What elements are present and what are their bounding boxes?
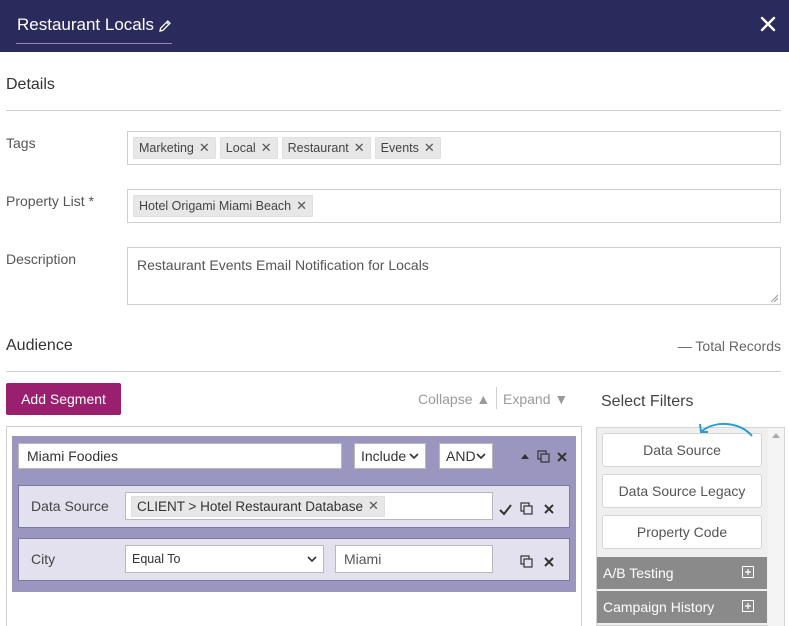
data-source-chip: CLIENT > Hotel Restaurant Database ✕: [131, 495, 385, 517]
condition-label: City: [31, 551, 56, 567]
filters-scrollbar[interactable]: [768, 428, 784, 626]
city-value-input[interactable]: Miami: [335, 545, 493, 573]
collapse-segment-icon[interactable]: [520, 452, 530, 460]
tag-chip: Marketing ✕: [133, 137, 216, 159]
tag-chip: Events ✕: [374, 137, 441, 159]
expand-button[interactable]: Expand ▼: [503, 391, 568, 407]
title-underline: [16, 43, 172, 44]
add-segment-button[interactable]: Add Segment: [6, 383, 121, 415]
divider: [496, 387, 497, 409]
filter-data-source-legacy[interactable]: Data Source Legacy: [602, 474, 762, 508]
close-icon[interactable]: [760, 16, 776, 32]
data-source-input[interactable]: CLIENT > Hotel Restaurant Database ✕: [125, 492, 493, 520]
filter-group-ab-testing[interactable]: A/B Testing: [597, 557, 767, 589]
pencil-icon[interactable]: [158, 19, 172, 33]
include-select[interactable]: Include: [354, 443, 426, 469]
property-chip: Hotel Origami Miami Beach ✕: [133, 195, 314, 217]
scroll-up-icon[interactable]: [772, 432, 780, 438]
select-filters-heading: Select Filters: [601, 393, 694, 410]
description-label: Description: [6, 251, 77, 267]
remove-tag-icon[interactable]: ✕: [199, 140, 210, 156]
chevron-down-icon: [409, 452, 419, 459]
tags-input[interactable]: Marketing ✕ Local ✕ Restaurant ✕ Events ✕: [127, 131, 781, 165]
copy-icon[interactable]: [537, 450, 550, 463]
close-icon[interactable]: [544, 557, 554, 567]
page-title[interactable]: Restaurant Locals: [17, 15, 154, 35]
copy-icon[interactable]: [520, 502, 533, 515]
chevron-down-icon: [307, 555, 317, 562]
remove-data-source-icon[interactable]: ✕: [368, 498, 379, 514]
collapse-button[interactable]: Collapse ▲: [418, 391, 490, 407]
divider: [6, 371, 781, 372]
remove-tag-icon[interactable]: ✕: [354, 140, 365, 156]
filter-group-campaign-history[interactable]: Campaign History: [597, 591, 767, 623]
tag-chip: Restaurant ✕: [281, 137, 371, 159]
expand-plus-icon: [742, 566, 754, 578]
logic-select[interactable]: AND: [439, 443, 493, 469]
expand-plus-icon: [742, 600, 754, 612]
property-list-input[interactable]: Hotel Origami Miami Beach ✕: [127, 189, 781, 223]
details-heading: Details: [6, 76, 55, 93]
total-records: — Total Records: [677, 338, 781, 354]
description-textarea[interactable]: Restaurant Events Email Notification for…: [127, 247, 781, 305]
filter-property-code[interactable]: Property Code: [602, 515, 762, 549]
pointer-arrow-icon: [699, 423, 753, 437]
chevron-down-icon: [476, 452, 486, 459]
operator-select[interactable]: Equal To: [125, 545, 324, 573]
close-icon[interactable]: [544, 504, 554, 514]
tag-chip: Local ✕: [219, 137, 278, 159]
remove-property-icon[interactable]: ✕: [296, 198, 307, 214]
divider: [6, 110, 781, 111]
remove-tag-icon[interactable]: ✕: [261, 140, 272, 156]
modal-header: Restaurant Locals: [0, 0, 789, 52]
condition-label: Data Source: [31, 498, 109, 514]
resize-handle-icon[interactable]: [770, 294, 778, 302]
copy-icon[interactable]: [520, 555, 533, 568]
audience-heading: Audience: [6, 337, 73, 354]
segment-name-input[interactable]: Miami Foodies: [18, 443, 342, 469]
description-text: Restaurant Events Email Notification for…: [137, 257, 429, 273]
tags-label: Tags: [6, 135, 36, 151]
remove-tag-icon[interactable]: ✕: [424, 140, 435, 156]
property-list-label: Property List *: [6, 193, 94, 209]
checkmark-icon[interactable]: [499, 503, 512, 516]
close-icon[interactable]: [557, 452, 567, 462]
